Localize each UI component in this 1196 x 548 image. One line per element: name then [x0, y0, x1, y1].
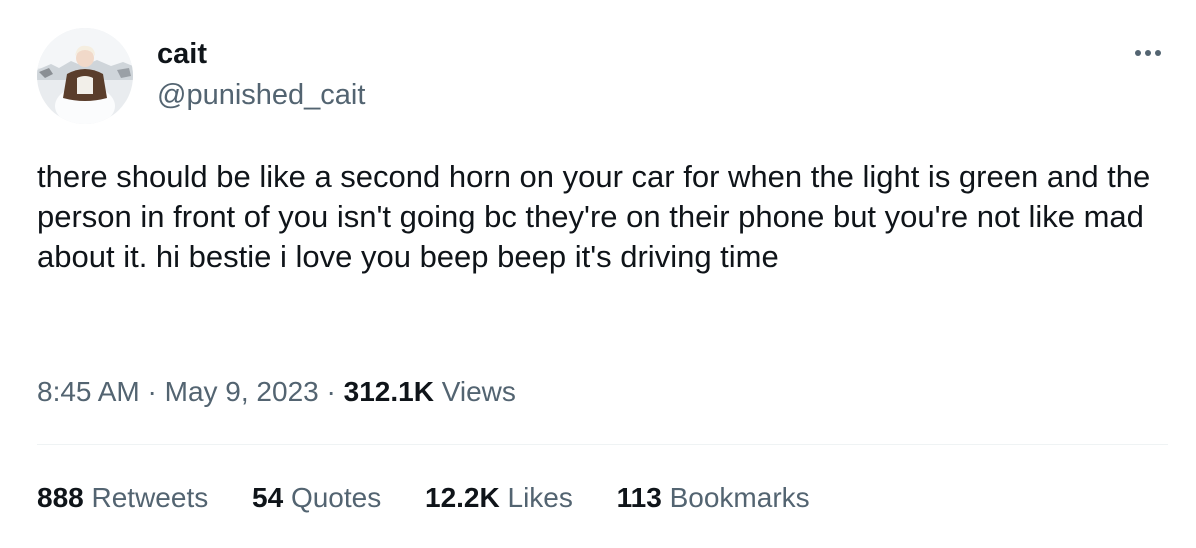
avatar[interactable] — [37, 28, 133, 124]
views-count: 312.1K — [343, 376, 434, 407]
meta-separator: · — [326, 376, 336, 407]
quotes-stat[interactable]: 54 Quotes — [252, 480, 381, 516]
meta-separator: · — [147, 376, 157, 407]
engagement-stats: 888 Retweets 54 Quotes 12.2K Likes 113 B… — [37, 480, 846, 516]
quotes-label: Quotes — [290, 482, 382, 513]
tweet-text: there should be like a second horn on yo… — [37, 159, 1151, 274]
display-name[interactable]: cait — [157, 37, 207, 71]
likes-stat[interactable]: 12.2K Likes — [425, 480, 573, 516]
retweets-count: 888 — [37, 482, 84, 513]
divider — [37, 444, 1168, 445]
tweet-time[interactable]: 8:45 AM — [37, 376, 140, 407]
avatar-image — [37, 28, 133, 124]
retweets-label: Retweets — [91, 482, 209, 513]
tweet-date[interactable]: May 9, 2023 — [165, 376, 319, 407]
quotes-count: 54 — [252, 482, 284, 513]
retweets-stat[interactable]: 888 Retweets — [37, 480, 208, 516]
bookmarks-stat[interactable]: 113 Bookmarks — [617, 480, 810, 516]
views-label: Views — [441, 376, 516, 407]
more-options-button[interactable] — [1126, 38, 1170, 68]
bookmarks-label: Bookmarks — [669, 482, 810, 513]
likes-label: Likes — [507, 482, 573, 513]
tweet-meta: 8:45 AM · May 9, 2023 · 312.1K Views — [37, 374, 516, 410]
likes-count: 12.2K — [425, 482, 500, 513]
bookmarks-count: 113 — [616, 482, 662, 513]
more-dots-icon — [1135, 50, 1161, 56]
user-handle[interactable]: @punished_cait — [157, 78, 365, 112]
tweet-card: cait @punished_cait there should be like… — [0, 0, 1196, 548]
